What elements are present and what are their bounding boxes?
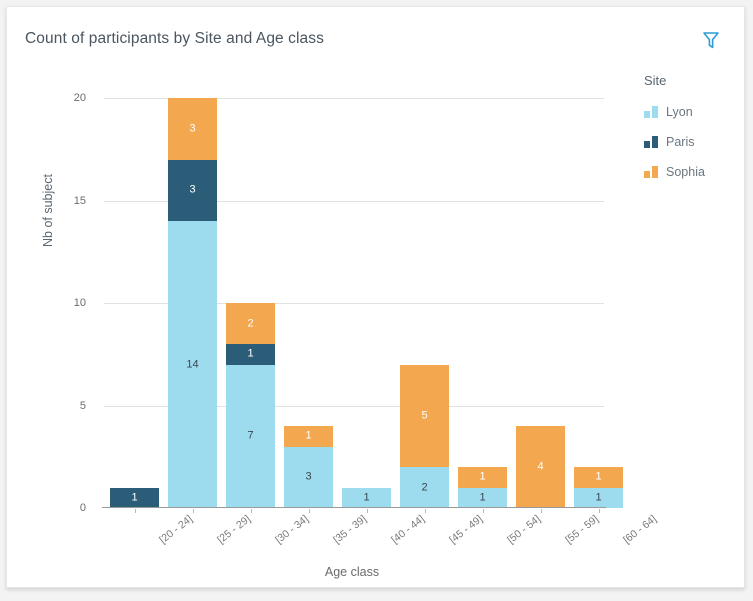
bar-value-label: 1 [595, 491, 602, 504]
x-tick-mark [134, 509, 136, 513]
plot-area: 0 5 10 15 20 1 14 3 3 7 1 2 3 1 1 2 5 1 1 4 1 1 [74, 92, 623, 514]
x-tick-label: [25 - 29] [214, 513, 253, 547]
legend-title: Site [644, 73, 667, 88]
bar-segment-lyon[interactable]: 1 [458, 487, 507, 508]
bar-value-label: 3 [189, 183, 196, 196]
y-tick-label: 15 [73, 194, 86, 207]
bar-segment-sophia[interactable]: 2 [226, 303, 275, 344]
x-axis-title: Age class [324, 565, 380, 579]
x-tick-label: [55 - 59] [562, 513, 601, 547]
legend-items: Lyon Paris Sophia [644, 105, 744, 179]
x-tick-mark [540, 509, 542, 513]
legend: Site Lyon Paris Sophia [644, 73, 744, 195]
y-tick-label: 5 [79, 399, 86, 412]
x-tick-mark [424, 509, 426, 513]
legend-item-label: Paris [666, 135, 695, 149]
x-tick-label: [60 - 64] [620, 513, 659, 547]
bar-value-label: 1 [305, 429, 312, 442]
y-axis-title: Nb of subject [41, 174, 55, 247]
x-tick-mark [250, 509, 252, 513]
bar-value-label: 1 [363, 491, 370, 504]
page-title: Count of participants by Site and Age cl… [25, 30, 324, 47]
bar-value-label: 2 [421, 481, 428, 493]
x-tick-label: [40 - 44] [388, 513, 427, 547]
bar-segment-sophia[interactable]: 3 [168, 98, 217, 160]
bar-segment-sophia[interactable]: 1 [574, 467, 623, 488]
y-tick-label: 0 [79, 502, 86, 514]
bar-value-label: 1 [479, 470, 486, 483]
bar-segment-paris[interactable]: 1 [226, 344, 275, 365]
bar-segment-paris[interactable]: 1 [110, 487, 159, 508]
bar-value-label: 1 [595, 470, 602, 483]
x-tick-mark [482, 509, 484, 513]
x-tick-mark [192, 509, 194, 513]
x-tick-label: [50 - 54] [504, 513, 543, 547]
chart-card: Count of participants by Site and Age cl… [6, 6, 745, 588]
bar-value-label: 5 [421, 409, 428, 422]
x-tick-label: [30 - 34] [272, 513, 311, 547]
x-tick-mark [366, 509, 368, 513]
x-tick-label: [35 - 39] [330, 513, 369, 547]
legend-swatch-bars-icon [644, 166, 659, 178]
legend-swatch-bars-icon [644, 136, 659, 148]
bar-value-label: 1 [247, 347, 254, 360]
legend-item-paris[interactable]: Paris [644, 135, 744, 149]
x-tick-label: [45 - 49] [446, 513, 485, 547]
bar-value-label: 14 [186, 358, 199, 370]
bar-value-label: 3 [305, 470, 312, 483]
bar-segment-lyon[interactable]: 7 [226, 364, 275, 508]
y-tick-label: 10 [73, 297, 86, 309]
bar-segment-lyon[interactable]: 2 [400, 467, 449, 508]
bar-segment-lyon[interactable]: 1 [574, 487, 623, 508]
bar-value-label: 3 [189, 122, 196, 135]
bar-segment-paris[interactable]: 3 [168, 159, 217, 221]
legend-item-lyon[interactable]: Lyon [644, 105, 744, 119]
bar-value-label: 1 [479, 491, 486, 504]
bar-segment-sophia[interactable]: 1 [458, 467, 507, 488]
legend-item-label: Lyon [666, 105, 693, 119]
legend-swatch-bars-icon [644, 106, 659, 118]
bar-value-label: 7 [247, 429, 254, 442]
bar-segment-lyon[interactable]: 14 [168, 221, 217, 508]
bar-value-label: 2 [247, 317, 254, 329]
bar-segment-sophia[interactable]: 5 [400, 364, 449, 467]
bar-segment-sophia[interactable]: 4 [516, 426, 565, 508]
x-tick-mark [598, 509, 600, 513]
bar-value-label: 4 [537, 460, 544, 473]
legend-item-sophia[interactable]: Sophia [644, 165, 744, 179]
bar-segment-sophia[interactable]: 1 [284, 426, 333, 447]
legend-item-label: Sophia [666, 165, 705, 179]
x-tick-mark [308, 509, 310, 513]
bar-segment-lyon[interactable]: 3 [284, 446, 333, 508]
x-tick-label: [20 - 24] [156, 513, 195, 547]
y-tick-label: 20 [73, 92, 86, 104]
x-axis-line [102, 507, 606, 508]
bar-segment-lyon[interactable]: 1 [342, 487, 391, 508]
bar-value-label: 1 [131, 491, 138, 504]
filter-funnel-icon[interactable] [700, 29, 722, 51]
